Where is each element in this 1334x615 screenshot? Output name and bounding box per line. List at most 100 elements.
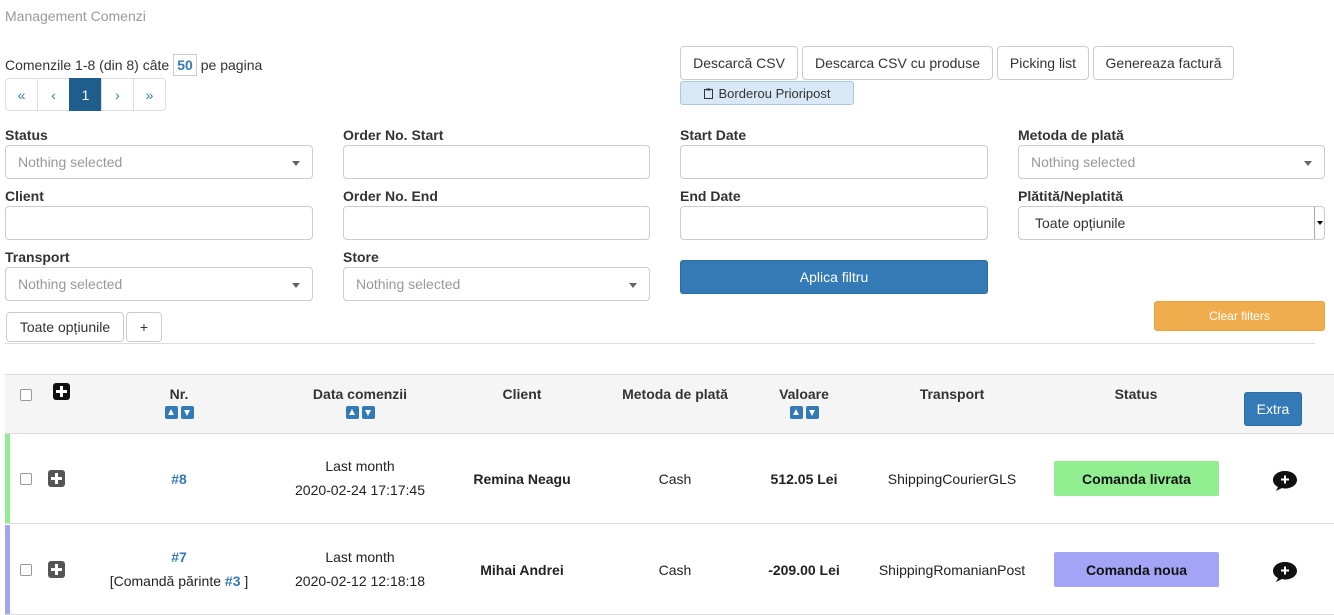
parent-order: [Comandă părinte #3 ]	[99, 569, 259, 593]
column-value: Valoare	[754, 386, 854, 419]
transport-filter-value: Nothing selected	[18, 276, 123, 292]
extra-button[interactable]: Extra	[1244, 392, 1302, 426]
transport-filter-select[interactable]: Nothing selected	[5, 267, 313, 301]
order-date-absolute: 2020-02-24 17:17:45	[295, 482, 425, 498]
clear-filters-button[interactable]: Clear filters	[1154, 301, 1325, 331]
plus-square-icon[interactable]	[48, 470, 65, 487]
row-checkbox[interactable]	[20, 473, 32, 485]
order-number[interactable]: #8	[129, 467, 229, 491]
start-date-label: Start Date	[680, 127, 747, 143]
table-row: #7 [Comandă părinte #3 ] Last month 2020…	[5, 525, 1334, 615]
start-date-input[interactable]	[680, 145, 988, 179]
all-options-button[interactable]: Toate opțiunile	[6, 312, 124, 342]
borderou-button[interactable]: Borderou Prioripost	[680, 81, 854, 105]
last-page-button[interactable]: »	[133, 78, 166, 111]
row-checkbox[interactable]	[20, 564, 32, 576]
chevron-down-icon	[292, 161, 300, 166]
download-csv-button[interactable]: Descarcă CSV	[680, 46, 798, 80]
per-page-select[interactable]: 50	[173, 54, 197, 76]
sort-asc-icon[interactable]	[164, 406, 178, 419]
parent-order-prefix: [Comandă părinte	[109, 573, 222, 589]
divider	[5, 343, 1315, 344]
status-badge[interactable]: Comanda noua	[1054, 552, 1219, 587]
plus-square-icon[interactable]	[53, 383, 70, 400]
column-date: Data comenzii	[290, 386, 430, 419]
picking-list-button[interactable]: Picking list	[997, 46, 1089, 80]
order-value: -209.00 Lei	[768, 562, 840, 578]
comment-icon[interactable]	[1272, 470, 1298, 492]
client-filter-input[interactable]	[5, 206, 313, 240]
sort-desc-icon[interactable]	[361, 406, 375, 419]
column-value-label: Valoare	[779, 386, 829, 402]
next-page-button[interactable]: ›	[101, 78, 134, 111]
order-client: Mihai Andrei	[480, 562, 564, 578]
select-all-checkbox[interactable]	[20, 389, 32, 401]
status-filter-label: Status	[5, 127, 48, 143]
download-csv-products-button[interactable]: Descarca CSV cu produse	[802, 46, 993, 80]
summary-suffix: pe pagina	[200, 57, 263, 73]
order-date-relative: Last month	[325, 549, 395, 565]
page-title: Management Comenzi	[5, 8, 146, 24]
summary-prefix: Comenzile 1-8 (din 8) câte	[5, 57, 170, 73]
column-date-label: Data comenzii	[312, 386, 408, 402]
order-start-label: Order No. Start	[343, 127, 444, 143]
clipboard-icon	[703, 88, 713, 99]
payment-method-label: Metoda de plată	[1018, 127, 1124, 143]
row-status-bar	[5, 525, 10, 614]
paid-filter-select[interactable]: Toate opțiunile	[1018, 206, 1325, 240]
column-status: Status	[1114, 386, 1158, 402]
borderou-label: Borderou Prioripost	[718, 85, 831, 101]
status-filter-select[interactable]: Nothing selected	[5, 145, 313, 179]
order-end-input[interactable]	[343, 206, 650, 240]
order-number-link[interactable]: #7	[171, 549, 187, 565]
store-filter-select[interactable]: Nothing selected	[343, 267, 650, 301]
order-number-link[interactable]: #8	[171, 471, 187, 487]
order-transport: ShippingCourierGLS	[887, 471, 1017, 487]
sort-desc-icon[interactable]	[805, 406, 819, 419]
table-row: #8 Last month 2020-02-24 17:17:45 Remina…	[5, 434, 1334, 524]
paid-filter-label: Plătită/Neplatită	[1018, 188, 1124, 204]
order-payment: Cash	[658, 471, 692, 487]
comment-icon[interactable]	[1272, 561, 1298, 583]
table-header: Nr. Data comenzii Client Metoda de plată…	[5, 374, 1334, 434]
order-date: Last month 2020-02-24 17:17:45	[270, 454, 450, 502]
current-page-button[interactable]: 1	[69, 78, 102, 111]
order-client: Remina Neagu	[473, 471, 571, 487]
select-arrow-icon	[1314, 207, 1324, 239]
plus-square-icon[interactable]	[48, 561, 65, 578]
generate-invoice-button[interactable]: Genereaza factură	[1093, 46, 1234, 80]
paid-filter-value: Toate opțiunile	[1035, 215, 1126, 231]
parent-order-suffix: ]	[244, 573, 249, 589]
column-client: Client	[502, 386, 542, 402]
order-transport: ShippingRomanianPost	[878, 562, 1026, 578]
order-number: #7 [Comandă părinte #3 ]	[99, 545, 259, 593]
order-start-input[interactable]	[343, 145, 650, 179]
order-date-relative: Last month	[325, 458, 395, 474]
order-value: 512.05 Lei	[770, 471, 838, 487]
payment-method-value: Nothing selected	[1031, 154, 1136, 170]
prev-page-button[interactable]: ‹	[37, 78, 70, 111]
orders-summary: Comenzile 1-8 (din 8) câte 50 pe pagina	[5, 54, 262, 76]
chevron-down-icon	[1304, 161, 1312, 166]
client-filter-label: Client	[5, 188, 44, 204]
order-payment: Cash	[658, 562, 692, 578]
sort-value	[754, 406, 854, 419]
order-date-absolute: 2020-02-12 12:18:18	[295, 573, 425, 589]
sort-date	[290, 406, 430, 419]
parent-order-link[interactable]: #3	[225, 573, 241, 589]
sort-desc-icon[interactable]	[180, 406, 194, 419]
apply-filter-button[interactable]: Aplica filtru	[680, 260, 988, 294]
pagination: « ‹ 1 › »	[5, 78, 166, 111]
column-transport: Transport	[919, 386, 985, 402]
first-page-button[interactable]: «	[5, 78, 38, 111]
payment-method-select[interactable]: Nothing selected	[1018, 145, 1325, 179]
sort-asc-icon[interactable]	[789, 406, 803, 419]
end-date-label: End Date	[680, 188, 741, 204]
column-payment: Metoda de plată	[622, 386, 728, 402]
end-date-input[interactable]	[680, 206, 988, 240]
add-option-button[interactable]: +	[126, 312, 162, 342]
status-badge[interactable]: Comanda livrata	[1054, 461, 1219, 496]
store-filter-label: Store	[343, 249, 379, 265]
order-date: Last month 2020-02-12 12:18:18	[270, 545, 450, 593]
sort-asc-icon[interactable]	[345, 406, 359, 419]
